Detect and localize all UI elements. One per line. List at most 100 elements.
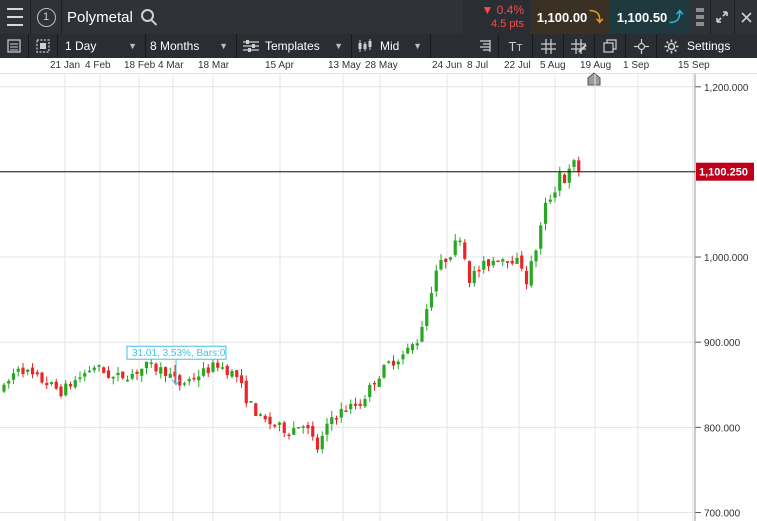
candle-body [11,373,16,380]
candle-body [505,261,510,263]
candle-body [168,373,172,378]
templates-select[interactable]: Templates ▼ [237,34,351,58]
candle-body [458,240,462,243]
candle-body [387,361,391,363]
candle-body [30,367,35,375]
x-tick-label: 19 Aug [580,60,612,71]
time-axis[interactable]: 21 Jan 4 Feb 18 Feb 4 Mar 18 Mar 15 Apr 13 May… [0,58,757,74]
candle-body [325,423,329,435]
candle-body [334,417,339,420]
windows-icon[interactable] [595,34,625,58]
crosshair-grid-icon[interactable] [533,34,563,58]
candle-body [287,434,291,437]
candle-body [539,225,543,249]
candle-body [277,422,282,425]
templates-label: Templates [265,39,320,53]
sell-button[interactable]: 1,100.00 ⤵ [531,0,609,34]
candle-body [543,202,548,224]
layout-grip-icon[interactable] [690,0,710,34]
candle-body [420,326,424,342]
candle-body [59,386,63,397]
candles-icon [358,39,372,52]
candle-body [40,372,44,383]
expand-icon[interactable] [711,0,733,34]
price-type-value: Mid [380,39,400,53]
candle-body [368,384,372,397]
chevron-down-icon: ▼ [128,41,137,51]
x-tick-label: 13 May [328,60,361,71]
x-tick-label: 22 Jul [504,60,531,71]
candle-body [268,416,272,425]
price-chart[interactable]: 1,200.0001,100.0001,000.000900.000800.00… [0,74,757,521]
candle-body [396,361,400,365]
x-tick-label: 4 Feb [85,60,111,71]
candle-body [282,422,286,433]
candle-body [453,240,457,256]
candle-body [35,372,39,375]
candle-body [548,199,552,202]
candle-body [102,367,106,373]
candle-body [154,363,158,372]
menu-icon[interactable] [0,0,30,34]
change-points: 4.5 pts [490,18,524,30]
chevron-down-icon: ▼ [334,41,343,51]
window-number-button[interactable]: 1 [31,0,61,34]
candle-body [92,367,96,371]
candle-body [306,424,310,429]
text-tool-icon[interactable]: TT [499,34,532,58]
candle-body [125,379,130,382]
target-icon[interactable] [626,34,656,58]
candle-body [339,409,343,418]
candle-body [273,424,277,427]
x-tick-label: 5 Aug [540,60,566,71]
candle-body [572,160,576,167]
candle-body [444,258,448,263]
candle-body [382,365,386,378]
candle-body [562,174,567,184]
candle-body [491,260,495,266]
candle-body [520,255,524,269]
x-tick-label: 1 Sep [623,60,650,71]
candle-body [68,384,73,387]
interval-select[interactable]: 1 Day ▼ [58,34,145,58]
search-icon[interactable] [140,9,154,22]
candle-body [577,160,581,172]
gear-icon [664,39,679,53]
candle-body [159,367,163,374]
candle-body [482,260,486,270]
layout-icon[interactable] [29,34,57,58]
candle-body [501,259,505,262]
candle-body [477,269,481,272]
buy-button[interactable]: 1,100.50 ⤴ [610,0,690,34]
candle-body [54,381,58,389]
settings-button[interactable]: Settings [657,34,757,58]
arrow-down-icon: ⤵ [589,9,604,25]
price-type-select[interactable]: Mid ▼ [352,34,430,58]
x-tick-label: 8 Jul [467,60,489,71]
candle-body [21,367,25,375]
candle-body [106,370,111,378]
candle-body [239,375,244,384]
candle-body [529,261,533,286]
candle-body [486,259,491,267]
measure-label: 31.01, 3.53%, Bars:0 [132,348,226,359]
indicators-icon[interactable] [472,34,498,58]
settings-label: Settings [687,39,731,53]
candle-body [78,377,82,379]
instrument-name: Polymetal [67,8,133,26]
range-select[interactable]: 8 Months ▼ [146,34,236,58]
candle-body [391,360,396,366]
candle-body [406,347,410,354]
instrument-search[interactable]: Polymetal [62,0,172,34]
candle-body [510,260,514,264]
drawing-grid-icon[interactable] [564,34,594,58]
candle-body [116,372,120,376]
list-icon[interactable] [0,34,28,58]
candle-body [230,370,234,377]
candle-body [140,368,144,376]
close-icon[interactable] [735,0,757,34]
candle-body [64,383,68,396]
candle-body [220,367,225,369]
candle-body [363,399,367,407]
window-number: 1 [36,7,56,27]
